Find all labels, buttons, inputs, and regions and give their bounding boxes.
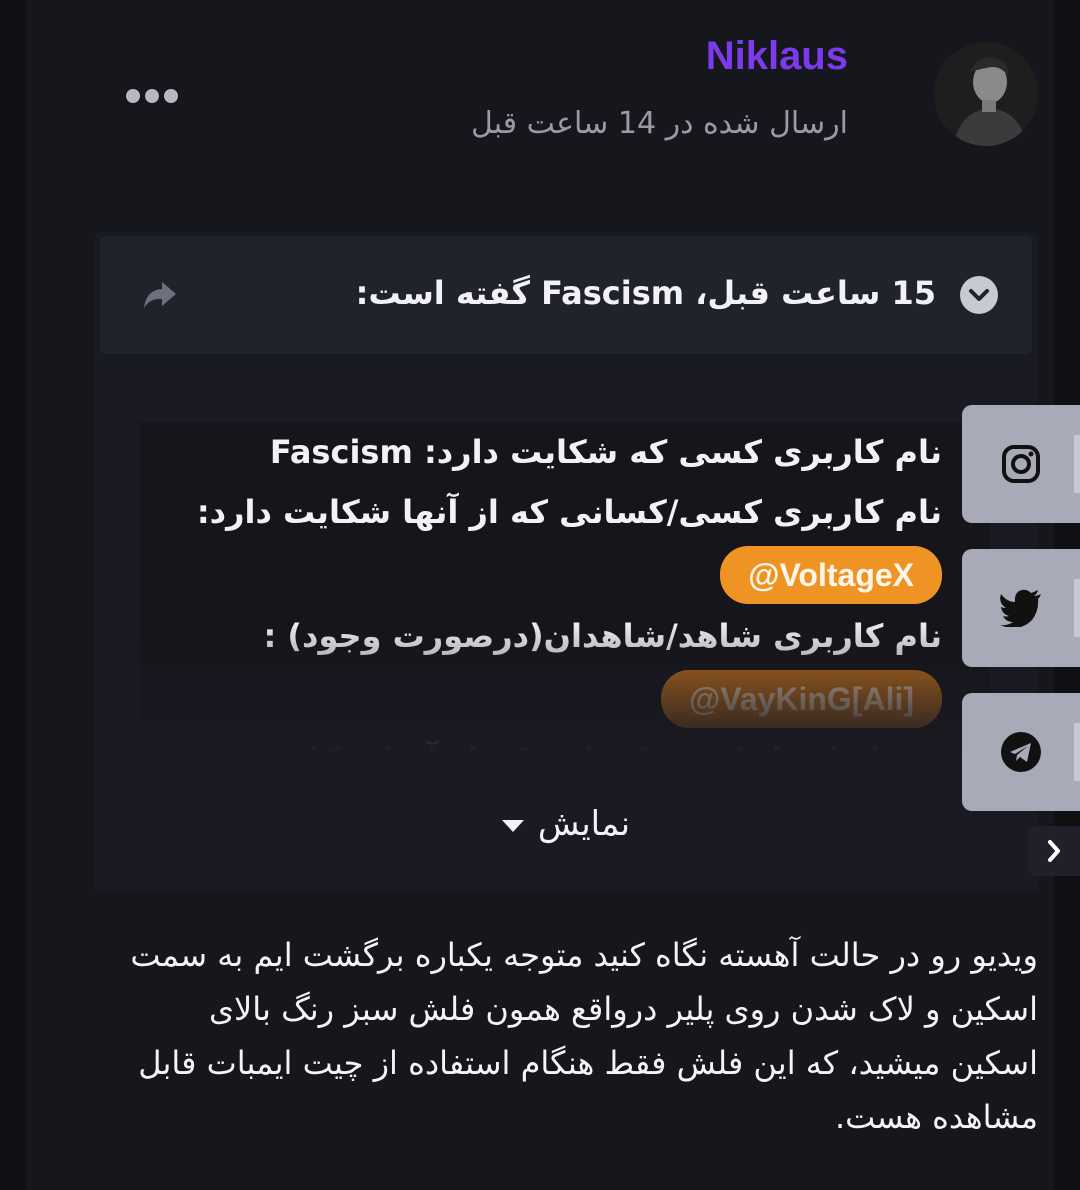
list-item-label: نام کاربری کسی/کسانی که از آنها شکایت دا…: [196, 493, 942, 531]
show-more-label: نمایش: [537, 804, 631, 844]
post-card: Niklaus ارسال شده در 14 ساعت قبل 15 ساعت…: [26, 0, 1054, 1190]
quote-title: 15 ساعت قبل، Fascism گفته است:: [355, 274, 936, 312]
list-item-label: نام کاربری شاهد/شاهدان(درصورت وجود) :: [263, 617, 942, 655]
avatar[interactable]: [934, 42, 1038, 146]
post-body-text: ویدیو رو در حالت آهسته نگاه کنید متوجه ی…: [130, 936, 1038, 1136]
chevron-down-icon[interactable]: [960, 276, 998, 314]
more-options-button[interactable]: [126, 86, 180, 106]
list-item: نام کاربری کسی که شکایت دارد: Fascism: [140, 422, 990, 482]
avatar-image: [934, 42, 1038, 146]
quote-body: نام کاربری کسی که شکایت دارد: Fascism نا…: [140, 422, 990, 752]
instagram-icon: [1002, 445, 1040, 483]
show-more-button[interactable]: نمایش: [94, 804, 1038, 844]
share-arrow-icon[interactable]: [140, 278, 180, 312]
mention-vayking[interactable]: @VayKinG[Ali]: [660, 670, 942, 728]
quote-block: 15 ساعت قبل، Fascism گفته است: نام کاربر…: [94, 232, 1038, 892]
posted-time: ارسال شده در 14 ساعت قبل: [471, 106, 848, 141]
caret-down-icon: [501, 819, 524, 832]
username[interactable]: Niklaus: [706, 34, 848, 79]
ellipsis-icon: [126, 89, 140, 103]
list-item: نام کاربری کسی/کسانی که از آنها شکایت دا…: [140, 482, 990, 606]
quote-header: 15 ساعت قبل، Fascism گفته است:: [100, 236, 1032, 354]
telegram-button[interactable]: [962, 693, 1080, 811]
telegram-icon: [1001, 732, 1041, 772]
mention-voltagex[interactable]: @VoltageX: [720, 546, 942, 604]
list-item: نام کاربری شاهد/شاهدان(درصورت وجود) : @V…: [140, 606, 990, 730]
twitter-button[interactable]: [962, 549, 1080, 667]
twitter-icon: [1000, 589, 1041, 627]
list-item: مقدار امتیاز کسی/کسانی که از آنها شکایت: [140, 730, 990, 752]
instagram-button[interactable]: [962, 405, 1080, 523]
chevron-right-icon[interactable]: [1028, 826, 1080, 876]
